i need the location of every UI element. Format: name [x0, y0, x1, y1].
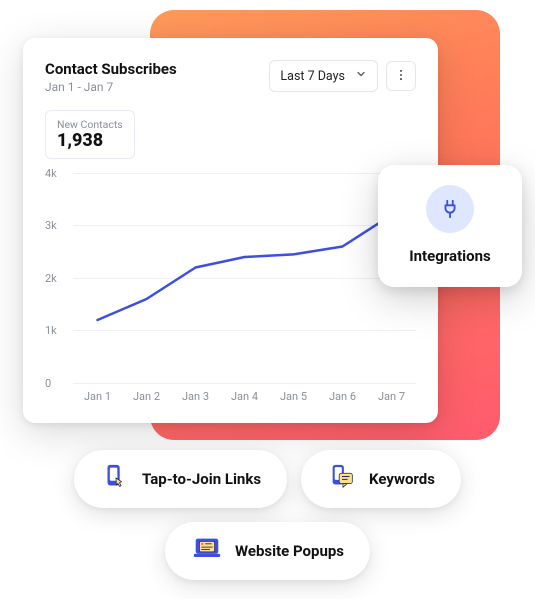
integrations-label: Integrations: [394, 247, 506, 265]
phone-chat-icon: [327, 462, 357, 496]
x-tick-label: Jan 4: [220, 390, 269, 403]
pill-label: Website Popups: [235, 542, 344, 560]
x-tick-label: Jan 5: [269, 390, 318, 403]
y-tick-label: 1k: [45, 324, 57, 337]
gridline: [73, 383, 416, 384]
subscribes-card: Contact Subscribes Jan 1 - Jan 7 Last 7 …: [23, 38, 438, 423]
card-title: Contact Subscribes: [45, 60, 177, 78]
y-tick-label: 4k: [45, 167, 57, 180]
pill-keywords[interactable]: Keywords: [301, 450, 461, 508]
x-tick-label: Jan 6: [318, 390, 367, 403]
pill-tap-to-join[interactable]: Tap-to-Join Links: [74, 450, 287, 508]
phone-tap-icon: [100, 462, 130, 496]
x-axis-labels: Jan 1Jan 2Jan 3Jan 4Jan 5Jan 6Jan 7: [73, 390, 416, 403]
pill-label: Keywords: [369, 470, 435, 488]
stat-value: 1,938: [57, 131, 123, 151]
new-contacts-stat: New Contacts 1,938: [45, 110, 135, 159]
card-date-range: Jan 1 - Jan 7: [45, 80, 177, 94]
x-tick-label: Jan 1: [73, 390, 122, 403]
line-chart: 01k2k3k4kJan 1Jan 2Jan 3Jan 4Jan 5Jan 6J…: [45, 173, 416, 403]
y-tick-label: 0: [45, 377, 51, 390]
y-tick-label: 3k: [45, 219, 57, 232]
pill-website-popups[interactable]: Website Popups: [165, 522, 370, 580]
x-tick-label: Jan 3: [171, 390, 220, 403]
laptop-popup-icon: [191, 534, 223, 568]
chart-line: [73, 173, 416, 383]
more-vertical-icon: [394, 67, 408, 86]
date-range-dropdown[interactable]: Last 7 Days: [269, 60, 378, 92]
x-tick-label: Jan 2: [122, 390, 171, 403]
y-tick-label: 2k: [45, 272, 57, 285]
integrations-card[interactable]: Integrations: [378, 165, 522, 287]
dropdown-label: Last 7 Days: [280, 69, 345, 84]
chevron-down-icon: [355, 68, 367, 84]
x-tick-label: Jan 7: [367, 390, 416, 403]
plug-icon: [426, 185, 474, 233]
pill-label: Tap-to-Join Links: [142, 470, 261, 488]
more-button[interactable]: [386, 61, 416, 91]
